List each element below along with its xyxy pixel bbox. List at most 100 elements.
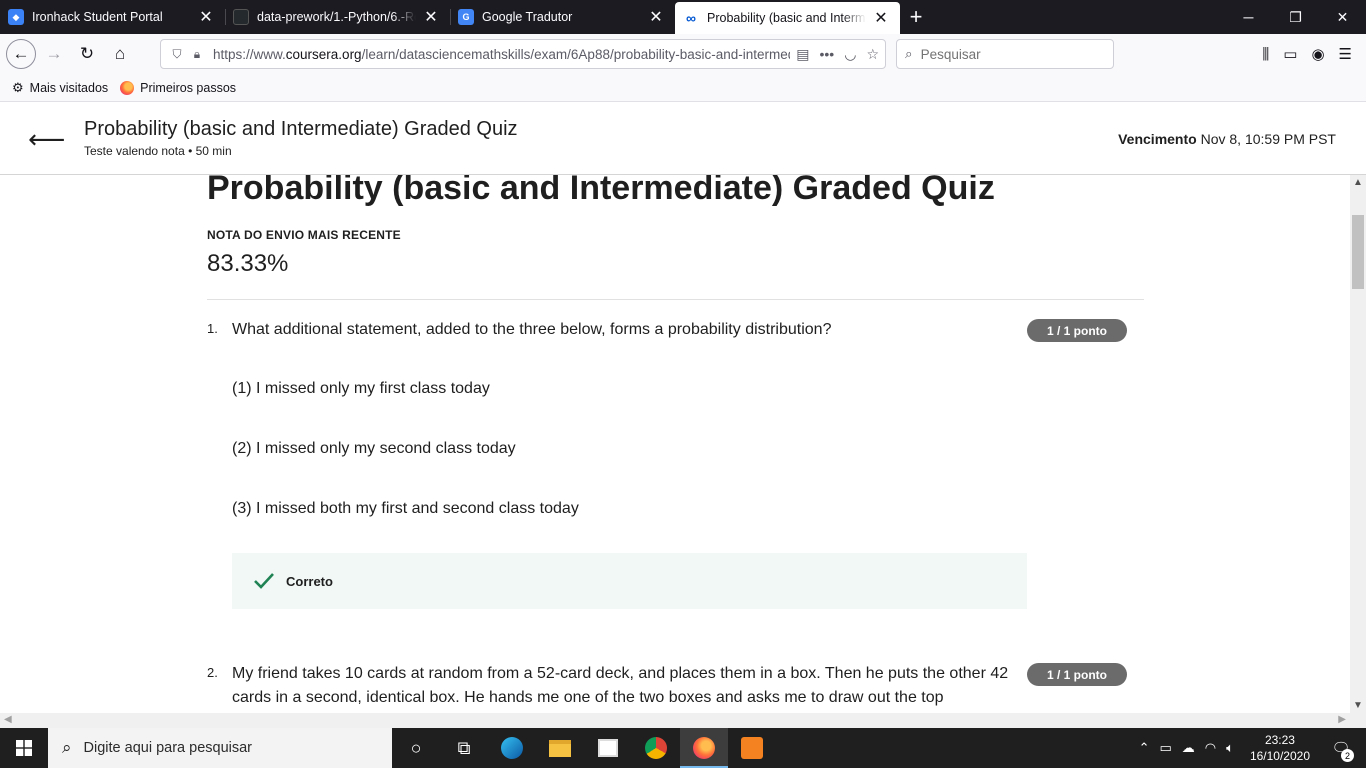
bookmark-label: Mais visitados xyxy=(29,80,109,95)
sidebar-icon[interactable]: ▭ xyxy=(1283,45,1297,63)
lock-icon[interactable]: 🔒︎ xyxy=(187,47,207,62)
search-icon: ⌕ xyxy=(62,738,72,757)
horizontal-scrollbar[interactable]: ◀ ▶ xyxy=(0,713,1350,728)
pdf-app-icon[interactable] xyxy=(728,728,776,768)
restore-button[interactable]: ❐ xyxy=(1272,0,1319,34)
gear-icon: ⚙ xyxy=(12,79,24,95)
tab-title: Ironhack Student Portal xyxy=(32,10,163,24)
shield-icon: ◆ xyxy=(8,9,24,25)
points-badge: 1 / 1 ponto xyxy=(1027,319,1127,342)
window-controls: ─ ❐ ✕ xyxy=(1225,0,1366,34)
cortana-icon[interactable]: ○ xyxy=(392,728,440,768)
chevron-up-icon[interactable]: ⌃ xyxy=(1139,740,1150,756)
browser-tab-strip: ◆ Ironhack Student Portal ✕ data-prework… xyxy=(0,0,1366,34)
checkmark-icon xyxy=(254,573,274,589)
due-value: Nov 8, 10:59 PM PST xyxy=(1200,131,1336,147)
url-actions: ▤ ••• ◡ ☆ xyxy=(796,46,879,63)
notification-count: 2 xyxy=(1341,749,1354,762)
scroll-up-icon[interactable]: ▲ xyxy=(1353,177,1363,188)
due-label: Vencimento xyxy=(1118,131,1197,147)
new-tab-button[interactable]: + xyxy=(900,0,932,34)
tab-github[interactable]: data-prework/1.-Python/6.-Ro ✕ xyxy=(225,0,450,34)
header-title: Probability (basic and Intermediate) Gra… xyxy=(84,118,518,140)
scroll-right-icon[interactable]: ▶ xyxy=(1338,714,1346,725)
feedback-box: Correto xyxy=(232,553,1027,609)
navigation-toolbar: ← → ↻ ⌂ ⛉ 🔒︎ https://www.coursera.org/le… xyxy=(0,34,1366,74)
tab-ironhack[interactable]: ◆ Ironhack Student Portal ✕ xyxy=(0,0,225,34)
search-icon: ⌕ xyxy=(905,46,913,61)
answer-option: (3) I missed both my first and second cl… xyxy=(232,500,579,517)
question-text: What additional statement, added to the … xyxy=(232,321,832,338)
coursera-icon: ∞ xyxy=(686,10,696,26)
question-number: 1. xyxy=(207,321,218,336)
forward-button[interactable]: → xyxy=(39,39,69,69)
battery-icon[interactable]: ▭ xyxy=(1159,740,1171,756)
vertical-scrollbar[interactable]: ▲ ▼ xyxy=(1350,175,1366,713)
home-button[interactable]: ⌂ xyxy=(105,39,135,69)
grade-value: 83.33% xyxy=(207,250,289,277)
clock-date: 16/10/2020 xyxy=(1249,749,1310,763)
due-date: Vencimento Nov 8, 10:59 PM PST xyxy=(1118,131,1336,147)
account-icon[interactable]: ◉ xyxy=(1311,45,1324,63)
clock[interactable]: 23:23 16/10/2020 xyxy=(1250,732,1310,764)
url-prefix: https://www. xyxy=(213,46,286,62)
reload-button[interactable]: ↻ xyxy=(72,39,102,69)
tab-coursera[interactable]: ∞ Probability (basic and Intermed ✕ xyxy=(675,2,900,34)
clock-time: 23:23 xyxy=(1264,733,1295,747)
reader-view-icon[interactable]: ▤ xyxy=(796,46,809,63)
tab-title: Google Tradutor xyxy=(482,10,573,24)
notification-button[interactable]: 🗨︎ 2 xyxy=(1326,739,1356,762)
scroll-thumb[interactable] xyxy=(1352,215,1364,289)
grade-label: NOTA DO ENVIO MAIS RECENTE xyxy=(207,228,401,242)
url-text[interactable]: https://www.coursera.org/learn/datascien… xyxy=(213,47,790,62)
taskbar-search-input[interactable]: ⌕ Digite aqui para pesquisar xyxy=(48,728,392,768)
search-input[interactable]: ⌕ Pesquisar xyxy=(896,39,1114,69)
close-icon[interactable]: ✕ xyxy=(647,8,665,26)
question-number: 2. xyxy=(207,665,218,680)
task-view-icon[interactable]: ⧉ xyxy=(440,728,488,768)
url-bar[interactable]: ⛉ 🔒︎ https://www.coursera.org/learn/data… xyxy=(160,39,886,69)
onedrive-icon[interactable]: ☁ xyxy=(1182,740,1195,756)
url-host: coursera.org xyxy=(285,46,362,62)
points-badge: 1 / 1 ponto xyxy=(1027,663,1127,686)
course-header: ⟵ Probability (basic and Intermediate) G… xyxy=(0,102,1366,175)
bookmark-star-icon[interactable]: ☆ xyxy=(866,46,879,63)
bookmark-getting-started[interactable]: Primeiros passos xyxy=(120,80,237,95)
divider xyxy=(207,299,1144,300)
volume-icon[interactable]: 🔈︎ xyxy=(1226,740,1234,756)
chrome-icon[interactable] xyxy=(632,728,680,768)
windows-icon xyxy=(16,740,32,756)
tab-google-translate[interactable]: G Google Tradutor ✕ xyxy=(450,0,675,34)
file-explorer-icon[interactable] xyxy=(536,728,584,768)
scroll-left-icon[interactable]: ◀ xyxy=(4,714,12,725)
shield-icon[interactable]: ⛉ xyxy=(167,47,187,62)
taskbar-search-placeholder: Digite aqui para pesquisar xyxy=(83,740,252,756)
start-button[interactable] xyxy=(0,728,48,768)
firefox-icon xyxy=(120,80,135,95)
header-subtitle: Teste valendo nota • 50 min xyxy=(84,144,232,158)
library-icon[interactable]: ⫼ xyxy=(1262,46,1269,63)
more-actions-icon[interactable]: ••• xyxy=(820,46,835,62)
store-icon[interactable] xyxy=(584,728,632,768)
bookmark-most-visited[interactable]: ⚙ Mais visitados xyxy=(12,80,108,96)
back-button[interactable]: ← xyxy=(6,39,36,69)
scroll-down-icon[interactable]: ▼ xyxy=(1353,700,1363,711)
edge-icon[interactable] xyxy=(488,728,536,768)
feedback-label: Correto xyxy=(286,573,333,589)
scrollbar-corner xyxy=(1350,713,1366,728)
minimize-button[interactable]: ─ xyxy=(1225,0,1272,34)
tab-title: Probability (basic and Intermed xyxy=(707,11,866,25)
back-arrow-icon[interactable]: ⟵ xyxy=(28,126,65,152)
pocket-icon[interactable]: ◡ xyxy=(844,46,856,63)
bookmark-label: Primeiros passos xyxy=(140,80,237,95)
close-icon[interactable]: ✕ xyxy=(197,8,215,26)
close-icon[interactable]: ✕ xyxy=(422,8,440,26)
close-window-button[interactable]: ✕ xyxy=(1319,0,1366,34)
firefox-icon[interactable] xyxy=(680,728,728,768)
wifi-icon[interactable]: ◠ xyxy=(1205,740,1216,756)
close-icon[interactable]: ✕ xyxy=(872,9,890,27)
quiz-content: Probability (basic and Intermediate) Gra… xyxy=(0,175,1350,713)
menu-icon[interactable]: ☰ xyxy=(1339,45,1352,63)
url-path: /learn/datasciencemathskills/exam/6Ap88/… xyxy=(361,46,791,62)
question-text: My friend takes 10 cards at random from … xyxy=(232,665,1009,706)
